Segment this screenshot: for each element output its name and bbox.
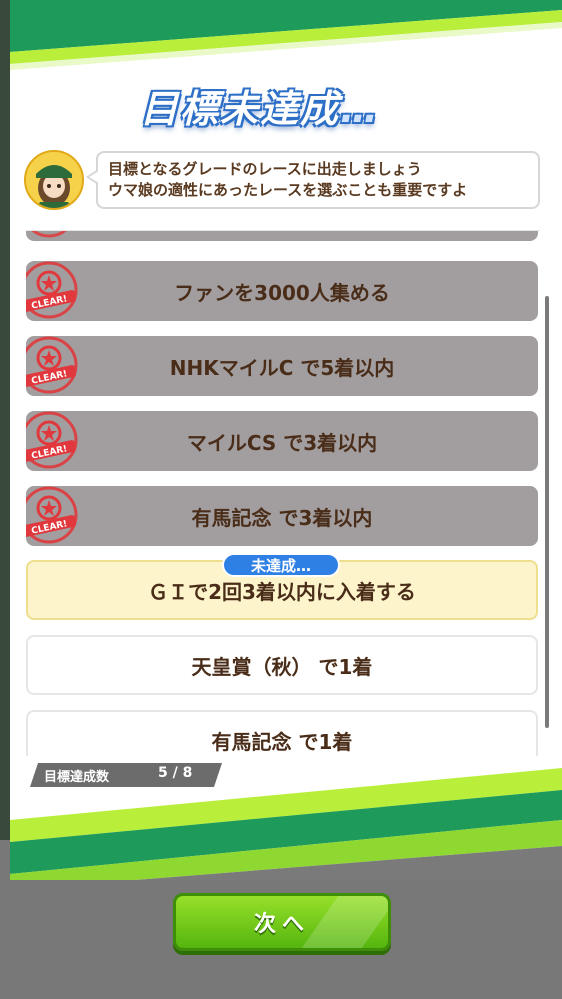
objective-item: CLEAR! ファンを3000人集める — [26, 261, 538, 321]
objective-label: ＧＩで2回3着以内に入着する — [148, 579, 416, 604]
unachieved-badge: 未達成… — [222, 553, 340, 577]
objective-label: 有馬記念 で3着以内 — [191, 505, 373, 530]
objective-label: ファンを3000人集める — [174, 280, 390, 305]
clear-stamp-text: CLEAR! — [31, 294, 69, 311]
clear-stamp-icon: CLEAR! — [26, 336, 78, 394]
objective-label: NHKマイルC で5着以内 — [169, 355, 395, 380]
trainer-avatar — [24, 150, 84, 210]
objective-count-bar: 目標達成数 5 / 8 — [30, 763, 222, 787]
clear-stamp-text: CLEAR! — [31, 444, 69, 461]
objective-item: 有馬記念 で1着 — [26, 710, 538, 756]
objective-list[interactable]: CLEAR! ファンを3000人集める CLEAR! NHKマイルC で5着以内… — [26, 230, 540, 756]
objective-item: 天皇賞（秋） で1着 — [26, 635, 538, 695]
list-scrollbar[interactable] — [545, 296, 549, 728]
advice-line-1: 目標となるグレードのレースに出走しましょう — [108, 160, 422, 178]
advice-line-2: ウマ娘の適性にあったレースを選ぶことも重要ですよ — [108, 181, 468, 199]
next-button[interactable]: 次へ — [173, 893, 391, 951]
page-title: 目標未達成… — [140, 87, 381, 131]
objective-item: CLEAR! マイルCS で3着以内 — [26, 411, 538, 471]
header-stripes — [10, 0, 562, 70]
objective-count-label: 目標達成数 — [44, 770, 110, 785]
clear-stamp-text: CLEAR! — [31, 369, 69, 386]
objective-item: CLEAR! NHKマイルC で5着以内 — [26, 336, 538, 396]
objective-count-value: 5 / 8 — [158, 765, 193, 781]
objective-label: 天皇賞（秋） で1着 — [191, 654, 373, 679]
objective-label: マイルCS で3着以内 — [186, 430, 378, 455]
clear-stamp-icon: CLEAR! — [26, 261, 78, 319]
clear-stamp-icon: CLEAR! — [26, 486, 78, 544]
girl-portrait-icon — [26, 152, 82, 208]
objective-item-partial — [26, 231, 538, 241]
advice-speech-bubble: 目標となるグレードのレースに出走しましょう ウマ娘の適性にあったレースを選ぶこと… — [86, 151, 540, 209]
clear-stamp-text: CLEAR! — [31, 519, 69, 536]
objective-label: 有馬記念 で1着 — [211, 729, 353, 754]
objective-item: CLEAR! 有馬記念 で3着以内 — [26, 486, 538, 546]
clear-stamp-icon — [31, 231, 67, 238]
clear-stamp-icon: CLEAR! — [26, 411, 78, 469]
